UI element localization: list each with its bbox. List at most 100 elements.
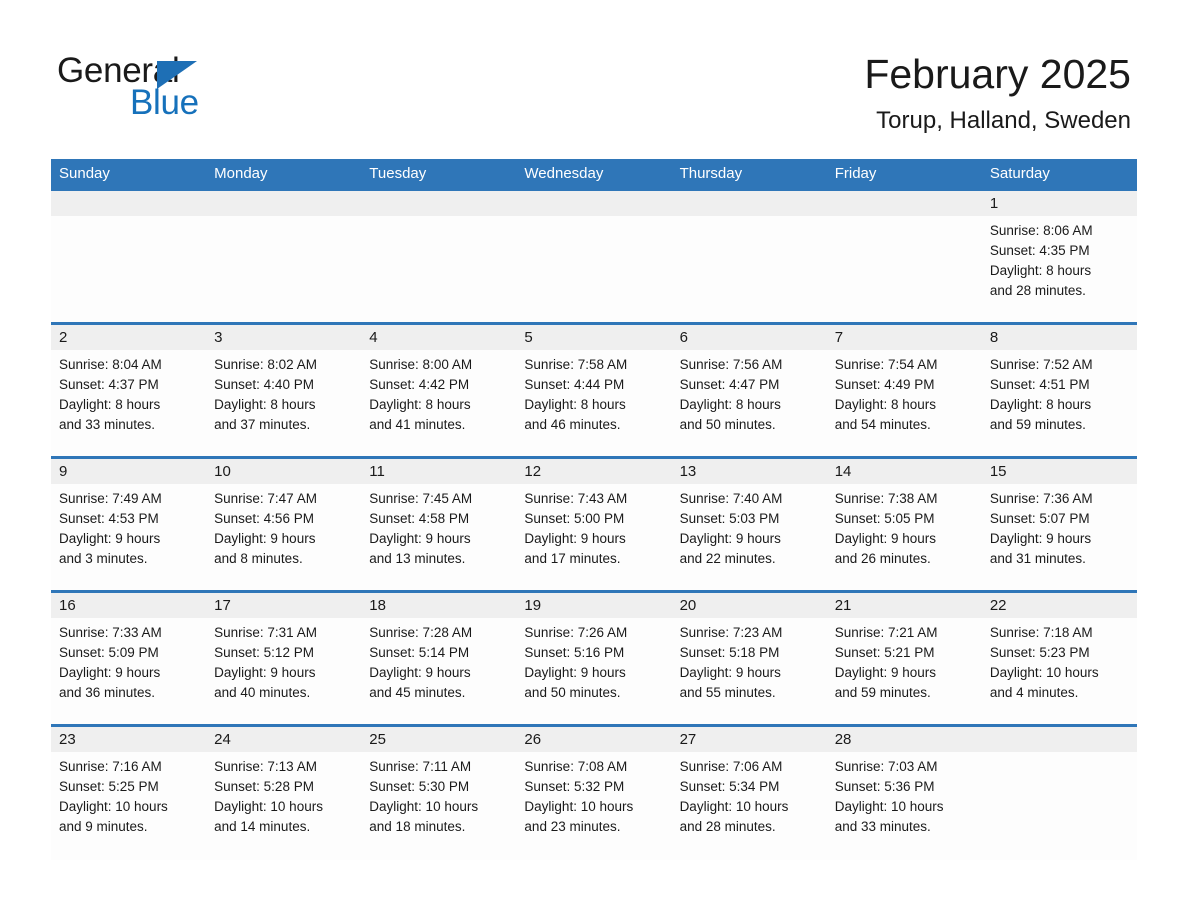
day-cell-inner	[516, 191, 672, 322]
weekday-header-monday: Monday	[206, 159, 362, 190]
calendar-week-row: 1 Sunrise: 8:06 AM Sunset: 4:35 PM Daylight…	[51, 188, 1137, 324]
daylight-duration-line2: and 33 minutes.	[834, 819, 931, 834]
calendar-day-cell[interactable]: 17 Sunrise: 7:31 AM Sunset: 5:12 PM Dayligh…	[206, 590, 362, 726]
calendar-day-cell[interactable]: 1 Sunrise: 8:06 AM Sunset: 4:35 PM Daylight…	[981, 188, 1137, 324]
day-cell-inner: 13 Sunrise: 7:40 AM Sunset: 5:03 PM Dayligh…	[671, 459, 827, 590]
calendar-day-cell[interactable]: 3 Sunrise: 8:02 AM Sunset: 4:40 PM Daylight…	[206, 322, 362, 458]
daylight-duration-line2: and 8 minutes.	[214, 551, 303, 566]
calendar-day-cell[interactable]: 2 Sunrise: 8:04 AM Sunset: 4:37 PM Daylight…	[51, 322, 207, 458]
calendar-day-cell[interactable]: 27 Sunrise: 7:06 AM Sunset: 5:34 PM Dayligh…	[671, 724, 827, 860]
calendar-week-row: 16 Sunrise: 7:33 AM Sunset: 5:09 PM Dayligh…	[51, 590, 1137, 726]
sunset-time: Sunset: 5:23 PM	[989, 645, 1090, 660]
calendar-day-cell[interactable]: 28 Sunrise: 7:03 AM Sunset: 5:36 PM Dayligh…	[826, 724, 982, 860]
calendar-day-cell[interactable]: 14 Sunrise: 7:38 AM Sunset: 5:05 PM Dayligh…	[826, 456, 982, 592]
day-number: 12	[516, 459, 672, 484]
calendar-day-cell[interactable]: 10 Sunrise: 7:47 AM Sunset: 4:56 PM Dayligh…	[206, 456, 362, 592]
day-number: 23	[51, 727, 207, 752]
calendar-day-cell[interactable]: 16 Sunrise: 7:33 AM Sunset: 5:09 PM Dayligh…	[51, 590, 207, 726]
sunrise-time: Sunrise: 7:40 AM	[679, 491, 783, 506]
day-cell-inner	[361, 191, 517, 322]
calendar-day-cell[interactable]: 26 Sunrise: 7:08 AM Sunset: 5:32 PM Dayligh…	[516, 724, 672, 860]
sunset-time: Sunset: 5:14 PM	[369, 645, 470, 660]
daylight-duration-line1: Daylight: 8 hours	[679, 397, 781, 412]
day-number: 18	[361, 593, 517, 618]
day-details: Sunrise: 7:28 AM Sunset: 5:14 PM Daylight:…	[361, 618, 516, 703]
day-cell-inner	[206, 191, 362, 322]
day-details: Sunrise: 7:03 AM Sunset: 5:36 PM Daylight:…	[827, 752, 982, 837]
day-number: 16	[51, 593, 207, 618]
day-details: Sunrise: 7:13 AM Sunset: 5:28 PM Daylight:…	[206, 752, 361, 837]
day-number: 20	[671, 593, 827, 618]
sunrise-time: Sunrise: 7:28 AM	[369, 625, 473, 640]
day-cell-inner: 8 Sunrise: 7:52 AM Sunset: 4:51 PM Daylight…	[981, 325, 1137, 456]
day-details	[516, 216, 671, 221]
day-cell-inner: 7 Sunrise: 7:54 AM Sunset: 4:49 PM Daylight…	[826, 325, 982, 456]
day-number: 13	[671, 459, 827, 484]
calendar-day-cell[interactable]: 5 Sunrise: 7:58 AM Sunset: 4:44 PM Daylight…	[516, 322, 672, 458]
calendar-day-cell[interactable]: 9 Sunrise: 7:49 AM Sunset: 4:53 PM Daylight…	[51, 456, 207, 592]
day-cell-inner: 28 Sunrise: 7:03 AM Sunset: 5:36 PM Dayligh…	[826, 727, 982, 860]
sunset-time: Sunset: 5:36 PM	[834, 779, 935, 794]
calendar-day-cell[interactable]: 24 Sunrise: 7:13 AM Sunset: 5:28 PM Dayligh…	[206, 724, 362, 860]
daylight-duration-line1: Daylight: 9 hours	[369, 665, 471, 680]
day-details	[672, 216, 827, 221]
daylight-duration-line1: Daylight: 8 hours	[59, 397, 161, 412]
calendar-day-cell[interactable]: 13 Sunrise: 7:40 AM Sunset: 5:03 PM Dayligh…	[671, 456, 827, 592]
calendar-day-cell[interactable]: 15 Sunrise: 7:36 AM Sunset: 5:07 PM Dayligh…	[981, 456, 1137, 592]
sunrise-time: Sunrise: 7:52 AM	[989, 357, 1093, 372]
calendar-day-cell[interactable]: 19 Sunrise: 7:26 AM Sunset: 5:16 PM Dayligh…	[516, 590, 672, 726]
calendar-day-cell-empty	[51, 188, 207, 324]
daylight-duration-line1: Daylight: 9 hours	[59, 665, 161, 680]
calendar-day-cell[interactable]: 25 Sunrise: 7:11 AM Sunset: 5:30 PM Dayligh…	[361, 724, 517, 860]
page-subtitle-location: Torup, Halland, Sweden	[876, 107, 1131, 134]
day-details	[206, 216, 361, 221]
sunrise-time: Sunrise: 7:31 AM	[214, 625, 317, 640]
daylight-duration-line2: and 55 minutes.	[679, 685, 776, 700]
calendar-day-cell[interactable]: 22 Sunrise: 7:18 AM Sunset: 5:23 PM Dayligh…	[981, 590, 1137, 726]
calendar-day-cell-empty	[671, 188, 827, 324]
day-number: 25	[361, 727, 517, 752]
daylight-duration-line1: Daylight: 10 hours	[214, 799, 323, 814]
calendar-day-cell-empty	[206, 188, 362, 324]
calendar-day-cell[interactable]: 23 Sunrise: 7:16 AM Sunset: 5:25 PM Dayligh…	[51, 724, 207, 860]
calendar-day-cell[interactable]: 11 Sunrise: 7:45 AM Sunset: 4:58 PM Dayligh…	[361, 456, 517, 592]
sunrise-time: Sunrise: 8:04 AM	[59, 357, 162, 372]
daylight-duration-line1: Daylight: 9 hours	[679, 531, 781, 546]
sunrise-time: Sunrise: 8:06 AM	[989, 223, 1093, 238]
calendar-day-cell[interactable]: 20 Sunrise: 7:23 AM Sunset: 5:18 PM Dayligh…	[671, 590, 827, 726]
calendar-day-cell[interactable]: 12 Sunrise: 7:43 AM Sunset: 5:00 PM Dayligh…	[516, 456, 672, 592]
sunrise-time: Sunrise: 7:49 AM	[59, 491, 162, 506]
sunset-time: Sunset: 5:16 PM	[524, 645, 625, 660]
calendar-day-cell[interactable]: 21 Sunrise: 7:21 AM Sunset: 5:21 PM Dayligh…	[826, 590, 982, 726]
calendar-day-cell[interactable]: 8 Sunrise: 7:52 AM Sunset: 4:51 PM Daylight…	[981, 322, 1137, 458]
day-cell-inner: 19 Sunrise: 7:26 AM Sunset: 5:16 PM Dayligh…	[516, 593, 672, 724]
calendar-day-cell[interactable]: 7 Sunrise: 7:54 AM Sunset: 4:49 PM Daylight…	[826, 322, 982, 458]
day-number	[826, 191, 982, 216]
calendar-day-cell-empty	[361, 188, 517, 324]
sunset-time: Sunset: 5:30 PM	[369, 779, 470, 794]
weekday-header-tuesday: Tuesday	[361, 159, 517, 190]
day-details: Sunrise: 7:58 AM Sunset: 4:44 PM Daylight:…	[516, 350, 671, 435]
sunset-time: Sunset: 4:35 PM	[989, 243, 1090, 258]
daylight-duration-line1: Daylight: 10 hours	[369, 799, 479, 814]
day-number: 5	[516, 325, 672, 350]
weekday-header-row: Sunday Monday Tuesday Wednesday Thursday…	[51, 159, 1137, 190]
sunrise-time: Sunrise: 7:47 AM	[214, 491, 317, 506]
day-number: 26	[516, 727, 672, 752]
daylight-duration-line1: Daylight: 9 hours	[369, 531, 471, 546]
calendar-day-cell[interactable]: 6 Sunrise: 7:56 AM Sunset: 4:47 PM Daylight…	[671, 322, 827, 458]
daylight-duration-line2: and 18 minutes.	[369, 819, 466, 834]
calendar-day-cell[interactable]: 18 Sunrise: 7:28 AM Sunset: 5:14 PM Dayligh…	[361, 590, 517, 726]
day-details: Sunrise: 7:43 AM Sunset: 5:00 PM Daylight:…	[516, 484, 671, 569]
daylight-duration-line1: Daylight: 9 hours	[834, 665, 937, 680]
sunrise-time: Sunrise: 7:54 AM	[834, 357, 938, 372]
calendar-day-cell-empty	[981, 724, 1137, 860]
generalblue-logo[interactable]: General Blue	[57, 52, 237, 122]
sunset-time: Sunset: 4:51 PM	[989, 377, 1090, 392]
daylight-duration-line1: Daylight: 10 hours	[59, 799, 168, 814]
sunset-time: Sunset: 5:12 PM	[214, 645, 314, 660]
day-details: Sunrise: 7:26 AM Sunset: 5:16 PM Daylight:…	[516, 618, 671, 703]
calendar-day-cell[interactable]: 4 Sunrise: 8:00 AM Sunset: 4:42 PM Daylight…	[361, 322, 517, 458]
day-details: Sunrise: 7:36 AM Sunset: 5:07 PM Daylight:…	[982, 484, 1137, 569]
sunrise-time: Sunrise: 7:16 AM	[59, 759, 162, 774]
